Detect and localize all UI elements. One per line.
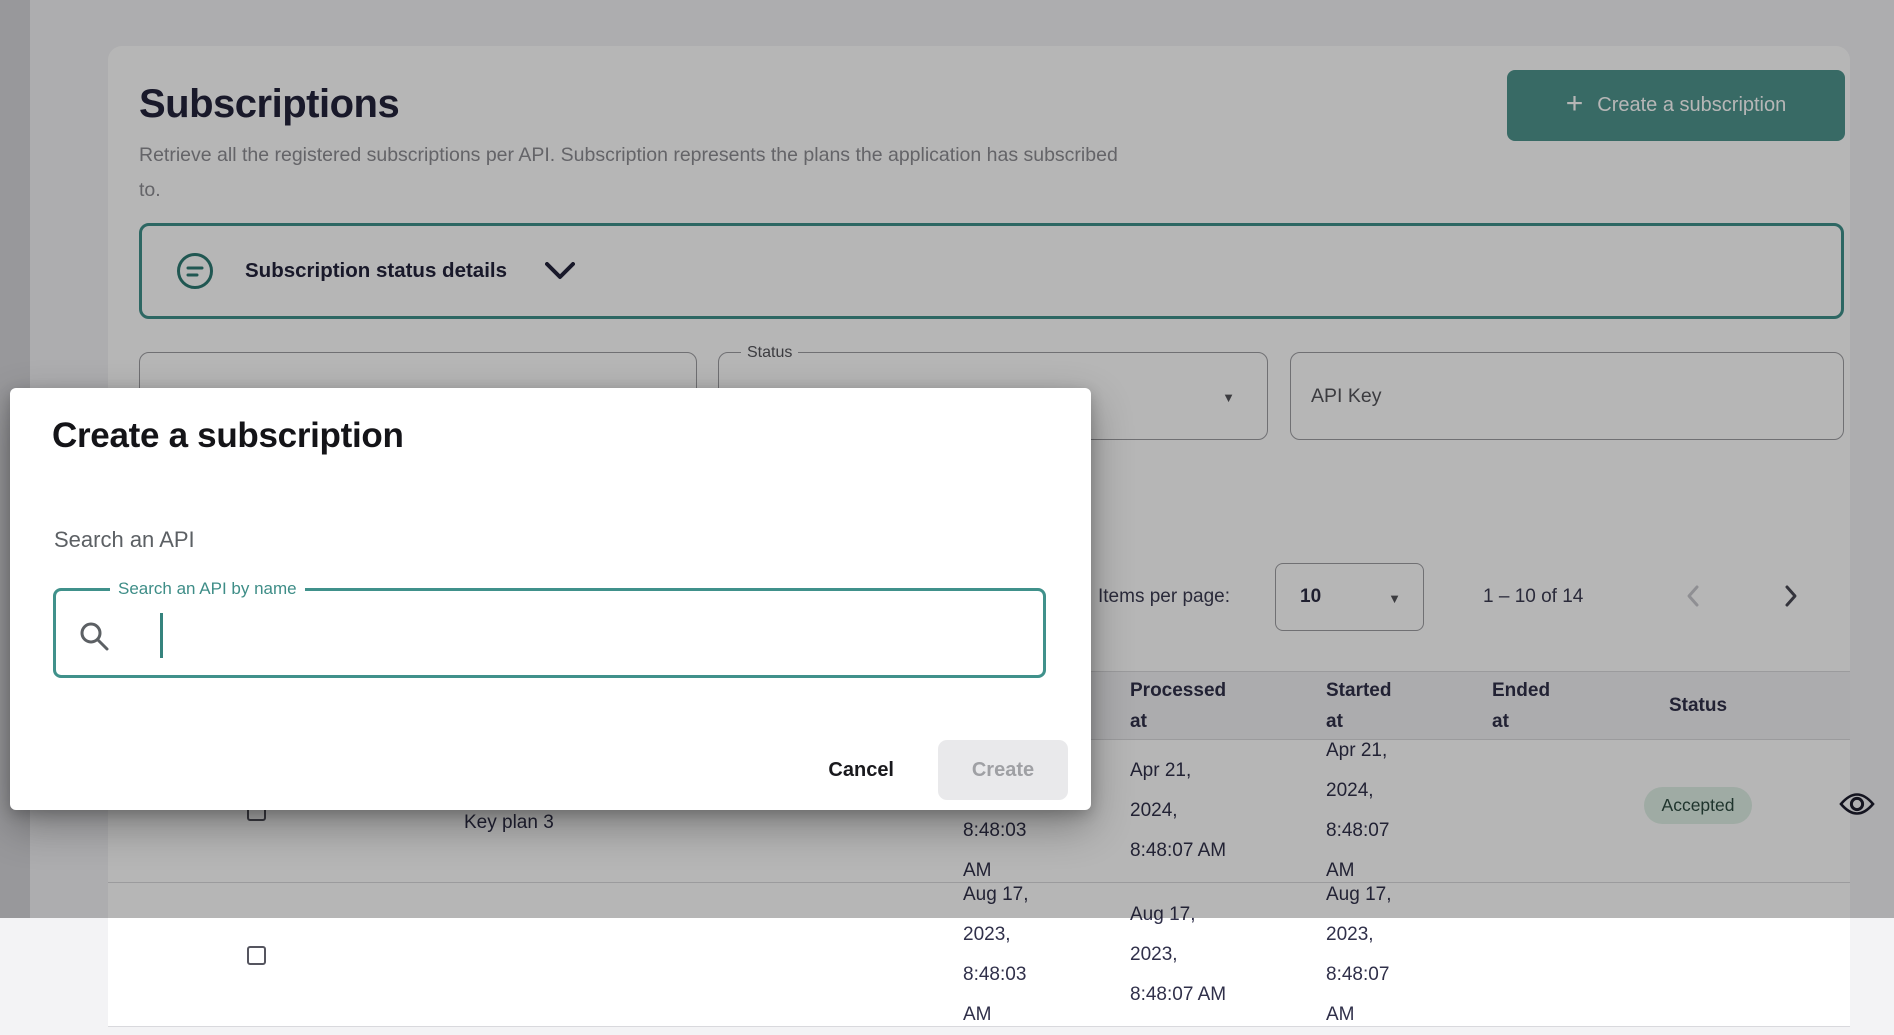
create-button[interactable]: Create [938, 740, 1068, 800]
row-checkbox[interactable] [247, 946, 266, 965]
dialog-title: Create a subscription [52, 416, 404, 456]
search-api-field[interactable]: Search an API by name [53, 588, 1046, 678]
search-icon [78, 620, 110, 652]
search-api-input[interactable] [156, 601, 1016, 667]
dialog-actions: Cancel Create [822, 740, 1068, 800]
create-subscription-dialog: Create a subscription Search an API Sear… [10, 388, 1091, 810]
cancel-button[interactable]: Cancel [822, 749, 900, 792]
search-api-field-label: Search an API by name [110, 579, 305, 599]
search-api-section-label: Search an API [54, 527, 195, 553]
